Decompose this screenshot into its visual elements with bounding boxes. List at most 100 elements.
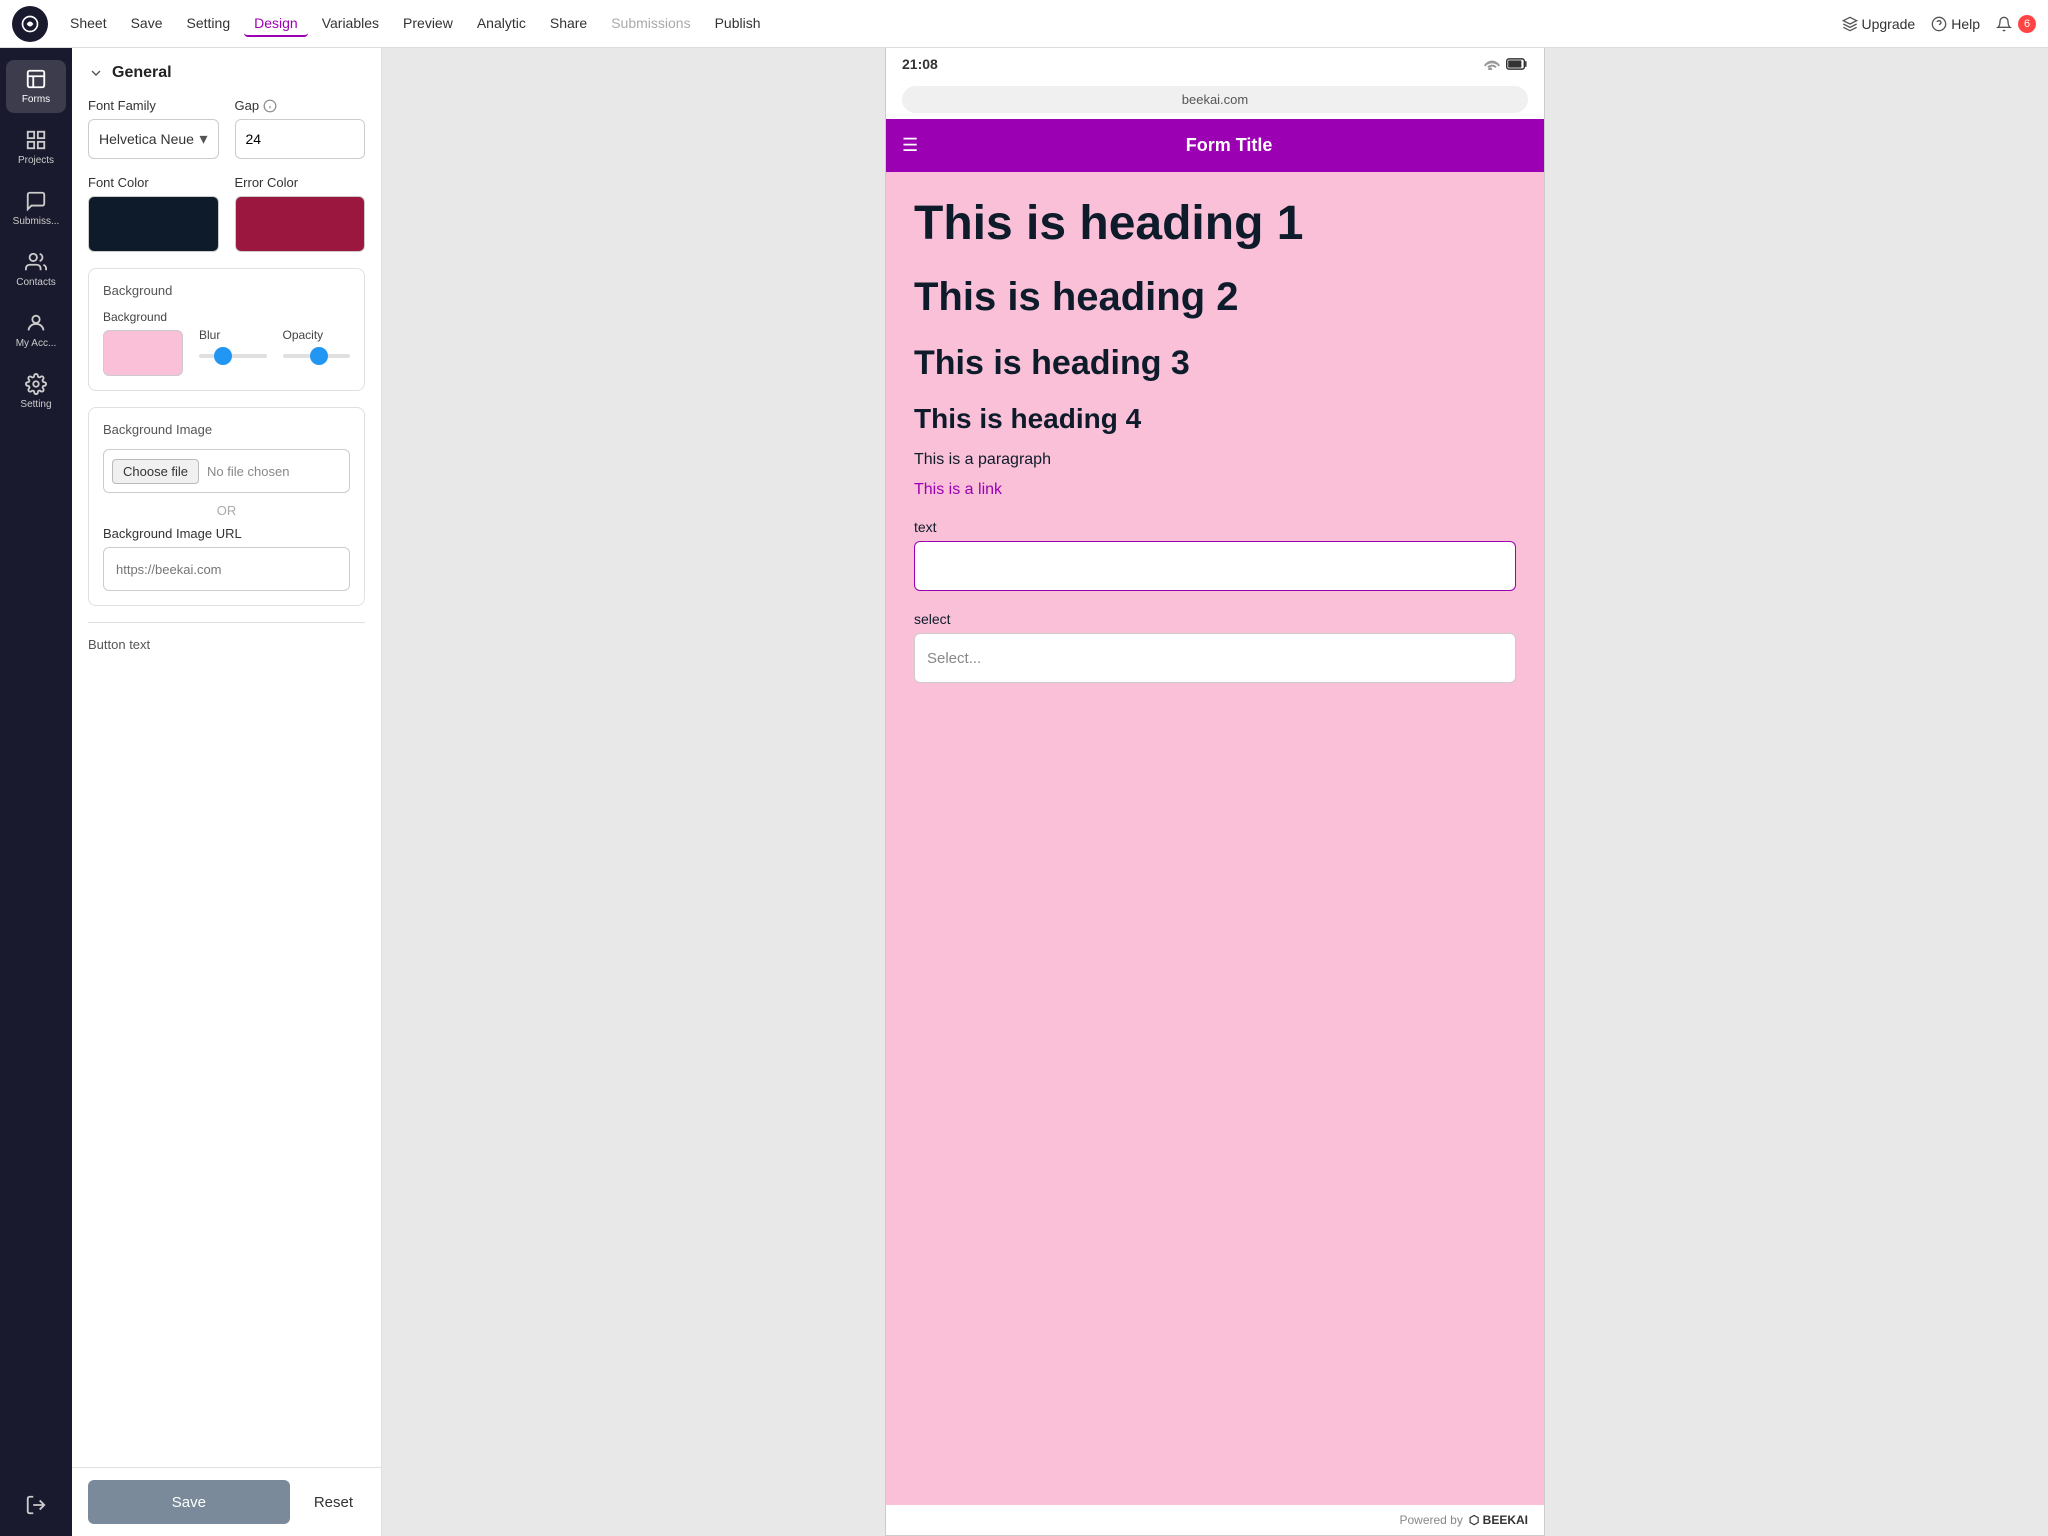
design-panel: General Font Family Helvetica Neue Arial… bbox=[72, 48, 382, 1536]
font-color-swatch[interactable] bbox=[88, 196, 219, 252]
background-image-section: Background Image Choose file No file cho… bbox=[88, 407, 365, 606]
bg-color-col: Background bbox=[103, 310, 183, 376]
or-divider: OR bbox=[103, 503, 350, 518]
nav-design[interactable]: Design bbox=[244, 11, 308, 37]
help-button[interactable]: Help bbox=[1931, 16, 1980, 32]
nav-save[interactable]: Save bbox=[121, 11, 173, 37]
blur-col: Blur bbox=[199, 328, 267, 358]
preview-area: 21:08 beekai.com ☰ Form Title This is he… bbox=[382, 48, 2048, 1536]
opacity-col: Opacity bbox=[283, 328, 351, 358]
error-color-swatch[interactable] bbox=[235, 196, 366, 252]
font-color-field: Font Color bbox=[88, 175, 219, 252]
phone-time: 21:08 bbox=[902, 56, 938, 72]
phone-frame: 21:08 beekai.com ☰ Form Title This is he… bbox=[885, 48, 1545, 1536]
notification-button[interactable]: 6 bbox=[1996, 15, 2036, 33]
sidebar-item-projects[interactable]: Projects bbox=[6, 121, 66, 174]
gap-input[interactable]: 24 bbox=[235, 119, 366, 159]
choose-file-button[interactable]: Choose file bbox=[112, 459, 199, 484]
blur-slider-wrapper bbox=[199, 354, 267, 358]
powered-by-bar: Powered by ⬡ BEEKAI bbox=[886, 1505, 1544, 1535]
opacity-slider-wrapper bbox=[283, 354, 351, 358]
form-heading-3: This is heading 3 bbox=[914, 344, 1516, 383]
file-name-label: No file chosen bbox=[207, 464, 289, 479]
sidebar-item-logout[interactable] bbox=[6, 1486, 66, 1524]
left-sidebar: Forms Projects Submiss... Contacts My Ac… bbox=[0, 48, 72, 1536]
text-field-label: text bbox=[914, 519, 1516, 535]
beekai-logo: ⬡ BEEKAI bbox=[1469, 1513, 1528, 1527]
address-bar[interactable]: beekai.com bbox=[902, 86, 1528, 113]
nav-variables[interactable]: Variables bbox=[312, 11, 389, 37]
general-section-header: General bbox=[88, 64, 365, 82]
gap-field: Gap 24 bbox=[235, 98, 366, 159]
error-color-label: Error Color bbox=[235, 175, 366, 190]
wifi-icon bbox=[1484, 58, 1500, 70]
nav-publish[interactable]: Publish bbox=[705, 11, 771, 37]
panel-footer: Save Reset bbox=[72, 1467, 381, 1536]
font-family-field: Font Family Helvetica Neue Arial Times N… bbox=[88, 98, 219, 159]
color-row: Font Color Error Color bbox=[88, 175, 365, 252]
sidebar-item-contacts[interactable]: Contacts bbox=[6, 243, 66, 296]
form-link[interactable]: This is a link bbox=[914, 481, 1516, 499]
sidebar-myacc-label: My Acc... bbox=[16, 338, 57, 349]
nav-submissions: Submissions bbox=[601, 11, 700, 37]
hamburger-icon[interactable]: ☰ bbox=[902, 135, 918, 156]
blur-slider[interactable] bbox=[199, 354, 267, 358]
upgrade-button[interactable]: Upgrade bbox=[1842, 16, 1916, 32]
top-nav: Sheet Save Setting Design Variables Prev… bbox=[0, 0, 2048, 48]
powered-by-text: Powered by bbox=[1399, 1513, 1462, 1527]
sidebar-forms-label: Forms bbox=[22, 94, 50, 105]
font-family-select-wrapper[interactable]: Helvetica Neue Arial Times New Roman ▾ bbox=[88, 119, 219, 159]
bg-color-swatch[interactable] bbox=[103, 330, 183, 376]
url-label: Background Image URL bbox=[103, 526, 350, 541]
opacity-label: Opacity bbox=[283, 328, 351, 342]
sidebar-projects-label: Projects bbox=[18, 155, 54, 166]
panel-scroll: General Font Family Helvetica Neue Arial… bbox=[72, 48, 381, 1467]
sidebar-item-my-account[interactable]: My Acc... bbox=[6, 304, 66, 357]
background-controls: Background Blur Opacity bbox=[103, 310, 350, 376]
text-field-input[interactable] bbox=[914, 541, 1516, 591]
form-heading-4: This is heading 4 bbox=[914, 403, 1516, 435]
phone-icons bbox=[1484, 58, 1528, 70]
font-gap-row: Font Family Helvetica Neue Arial Times N… bbox=[88, 98, 365, 159]
form-header: ☰ Form Title bbox=[886, 119, 1544, 172]
sidebar-item-submissions[interactable]: Submiss... bbox=[6, 182, 66, 235]
background-section: Background Background Blur Opacity bbox=[88, 268, 365, 391]
phone-status-bar: 21:08 bbox=[886, 48, 1544, 80]
form-heading-2: This is heading 2 bbox=[914, 275, 1516, 320]
form-title: Form Title bbox=[930, 135, 1528, 156]
sidebar-submissions-label: Submiss... bbox=[13, 216, 60, 227]
background-url-input[interactable] bbox=[103, 547, 350, 591]
button-text-title: Button text bbox=[88, 637, 365, 652]
font-family-select[interactable]: Helvetica Neue Arial Times New Roman bbox=[99, 131, 208, 147]
form-heading-1: This is heading 1 bbox=[914, 196, 1516, 251]
info-icon bbox=[263, 99, 277, 113]
sidebar-item-setting[interactable]: Setting bbox=[6, 365, 66, 418]
nav-preview[interactable]: Preview bbox=[393, 11, 463, 37]
sidebar-item-forms[interactable]: Forms bbox=[6, 60, 66, 113]
notification-count: 6 bbox=[2018, 15, 2036, 33]
chevron-down-icon[interactable] bbox=[88, 65, 104, 81]
background-image-title: Background Image bbox=[103, 422, 350, 437]
save-button[interactable]: Save bbox=[88, 1480, 290, 1524]
blur-label: Blur bbox=[199, 328, 267, 342]
form-paragraph: This is a paragraph bbox=[914, 451, 1516, 469]
form-body: This is heading 1 This is heading 2 This… bbox=[886, 172, 1544, 1505]
gap-label: Gap bbox=[235, 98, 366, 113]
font-color-label: Font Color bbox=[88, 175, 219, 190]
font-family-label: Font Family bbox=[88, 98, 219, 113]
opacity-slider[interactable] bbox=[283, 354, 351, 358]
app-logo[interactable] bbox=[12, 6, 48, 42]
bg-label: Background bbox=[103, 310, 183, 324]
reset-button[interactable]: Reset bbox=[302, 1480, 365, 1524]
general-title: General bbox=[112, 64, 172, 82]
nav-sheet[interactable]: Sheet bbox=[60, 11, 117, 37]
button-text-section: Button text bbox=[88, 622, 365, 652]
sidebar-setting-label: Setting bbox=[20, 399, 51, 410]
nav-setting[interactable]: Setting bbox=[177, 11, 241, 37]
main-layout: Forms Projects Submiss... Contacts My Ac… bbox=[0, 48, 2048, 1536]
select-field[interactable]: Select... bbox=[914, 633, 1516, 683]
select-field-label: select bbox=[914, 611, 1516, 627]
background-section-title: Background bbox=[103, 283, 350, 298]
nav-share[interactable]: Share bbox=[540, 11, 597, 37]
nav-analytic[interactable]: Analytic bbox=[467, 11, 536, 37]
